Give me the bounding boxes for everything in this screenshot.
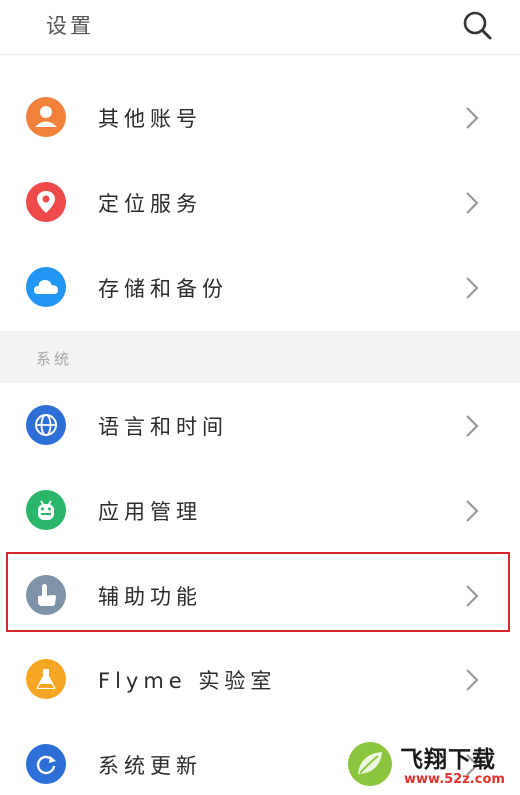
globe-icon <box>26 405 66 445</box>
settings-item-other-accounts[interactable]: 其他账号 <box>0 75 520 160</box>
settings-item-location-services[interactable]: 定位服务 <box>0 160 520 245</box>
settings-item-label: 存储和备份 <box>98 277 228 301</box>
settings-item-label: 语言和时间 <box>98 415 228 439</box>
settings-item-label: 应用管理 <box>98 500 202 524</box>
settings-item-language-time[interactable]: 语言和时间 <box>0 383 520 468</box>
settings-item-flyme-lab[interactable]: Flyme 实验室 <box>0 637 520 722</box>
flask-icon <box>26 659 66 699</box>
chevron-right-icon <box>464 667 480 693</box>
settings-item-label: 其他账号 <box>98 107 202 131</box>
page-title: 设置 <box>46 14 94 38</box>
section-header-system: 系统 <box>0 331 520 383</box>
person-icon <box>26 97 66 137</box>
location-pin-icon <box>26 182 66 222</box>
highlight-box <box>6 552 510 632</box>
chevron-right-icon <box>464 105 480 131</box>
chevron-right-icon <box>464 413 480 439</box>
search-icon[interactable] <box>460 8 494 42</box>
section-title: 系统 <box>36 350 73 368</box>
leaf-logo-icon <box>346 740 394 788</box>
app-header: 设置 <box>0 0 520 55</box>
chevron-right-icon <box>464 190 480 216</box>
settings-item-app-management[interactable]: 应用管理 <box>0 468 520 553</box>
watermark-brand: 飞翔下载 <box>400 747 496 773</box>
settings-item-storage-backup[interactable]: 存储和备份 <box>0 245 520 330</box>
refresh-icon <box>26 744 66 784</box>
watermark: 飞翔下载 www.52z.com <box>346 738 520 795</box>
cloud-icon <box>26 267 66 307</box>
android-icon <box>26 490 66 530</box>
chevron-right-icon <box>464 275 480 301</box>
settings-item-label: 系统更新 <box>98 754 202 778</box>
settings-item-label: 定位服务 <box>98 192 202 216</box>
chevron-right-icon <box>464 498 480 524</box>
watermark-url: www.52z.com <box>404 772 505 787</box>
settings-item-label: Flyme 实验室 <box>98 669 277 693</box>
